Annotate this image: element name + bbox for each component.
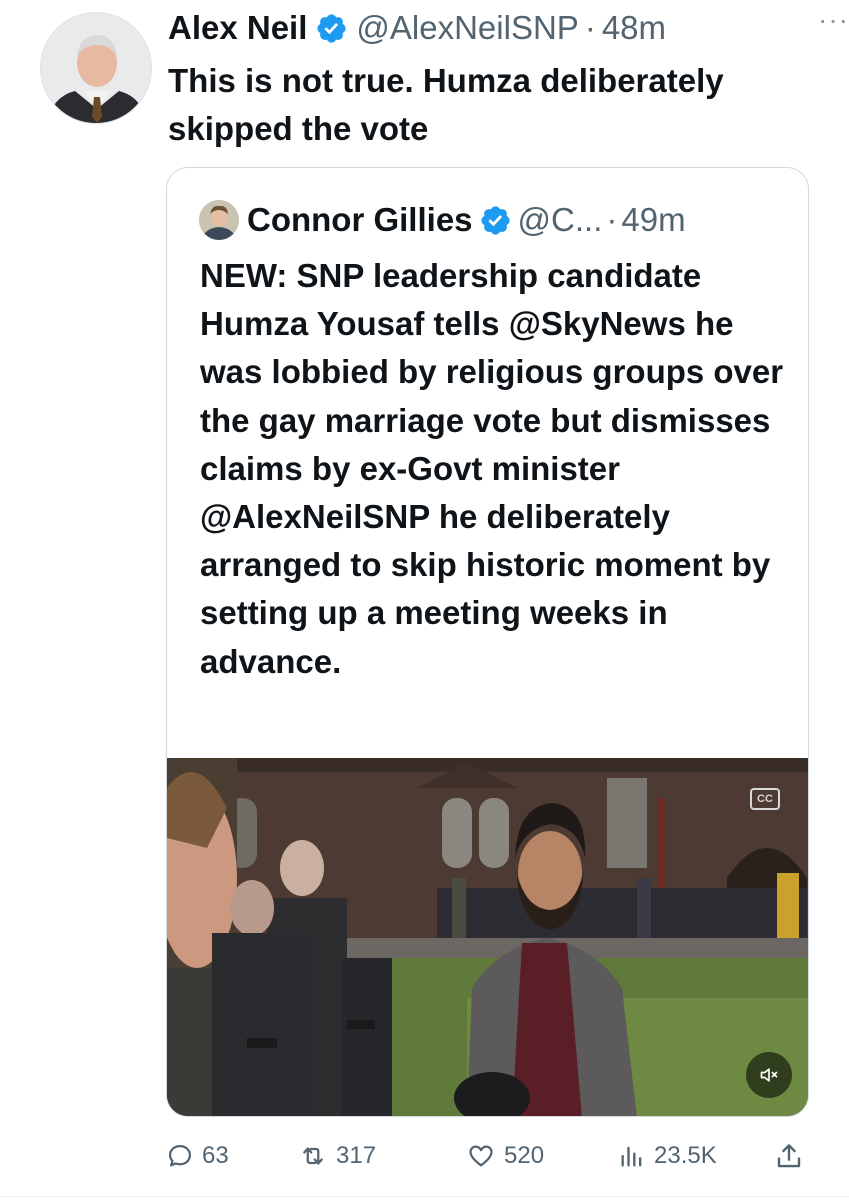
- retweet-icon: [303, 1147, 323, 1165]
- quoted-author-name[interactable]: Connor Gillies: [247, 201, 473, 239]
- author-avatar[interactable]: [40, 12, 152, 124]
- share-button[interactable]: [774, 1134, 812, 1178]
- quoted-author-avatar: [199, 200, 239, 240]
- retweet-button[interactable]: 317: [298, 1134, 376, 1178]
- tweet-text: This is not true. Humza deliberately ski…: [168, 62, 724, 147]
- quoted-tweet-text: NEW: SNP leadership candidate Humza Yous…: [200, 257, 784, 680]
- separator-dot: ·: [606, 201, 618, 238]
- quoted-tweet-header: Connor Gillies @C... · 49m: [199, 198, 790, 242]
- more-options-icon[interactable]: ···: [818, 4, 849, 36]
- tweet-header: Alex Neil @AlexNeilSNP · 48m: [168, 4, 829, 52]
- volume-muted-icon[interactable]: [746, 1052, 792, 1098]
- tweet-timestamp[interactable]: 48m: [602, 9, 666, 47]
- reply-icon: [168, 1144, 192, 1167]
- reply-button[interactable]: 63: [166, 1134, 229, 1178]
- verified-badge-icon: [480, 205, 510, 235]
- quoted-tweet-timestamp[interactable]: 49m: [621, 201, 685, 239]
- views-button[interactable]: 23.5K: [618, 1134, 717, 1178]
- reply-count: 63: [202, 1142, 229, 1169]
- divider: [0, 1196, 849, 1197]
- author-name[interactable]: Alex Neil: [168, 9, 307, 47]
- separator-dot: ·: [584, 9, 596, 46]
- views-count: 23.5K: [654, 1142, 717, 1169]
- closed-captions-icon[interactable]: CC: [750, 788, 780, 810]
- quoted-tweet[interactable]: Connor Gillies @C... · 49m NEW: SNP lead…: [166, 167, 809, 1117]
- video-player[interactable]: CC: [167, 758, 808, 1116]
- like-icon: [469, 1145, 493, 1167]
- quoted-author-handle[interactable]: @C...: [518, 201, 603, 239]
- share-icon: [777, 1144, 801, 1168]
- tweet: Alex Neil @AlexNeilSNP · 48m ··· This is…: [0, 0, 849, 1200]
- author-handle[interactable]: @AlexNeilSNP: [356, 9, 578, 47]
- tweet-actions-bar: 63 317 520 23.5K: [166, 1134, 806, 1178]
- views-icon: [621, 1146, 642, 1167]
- verified-badge-icon: [317, 13, 346, 43]
- like-button[interactable]: 520: [466, 1134, 544, 1178]
- retweet-count: 317: [336, 1142, 377, 1169]
- like-count: 520: [504, 1142, 545, 1169]
